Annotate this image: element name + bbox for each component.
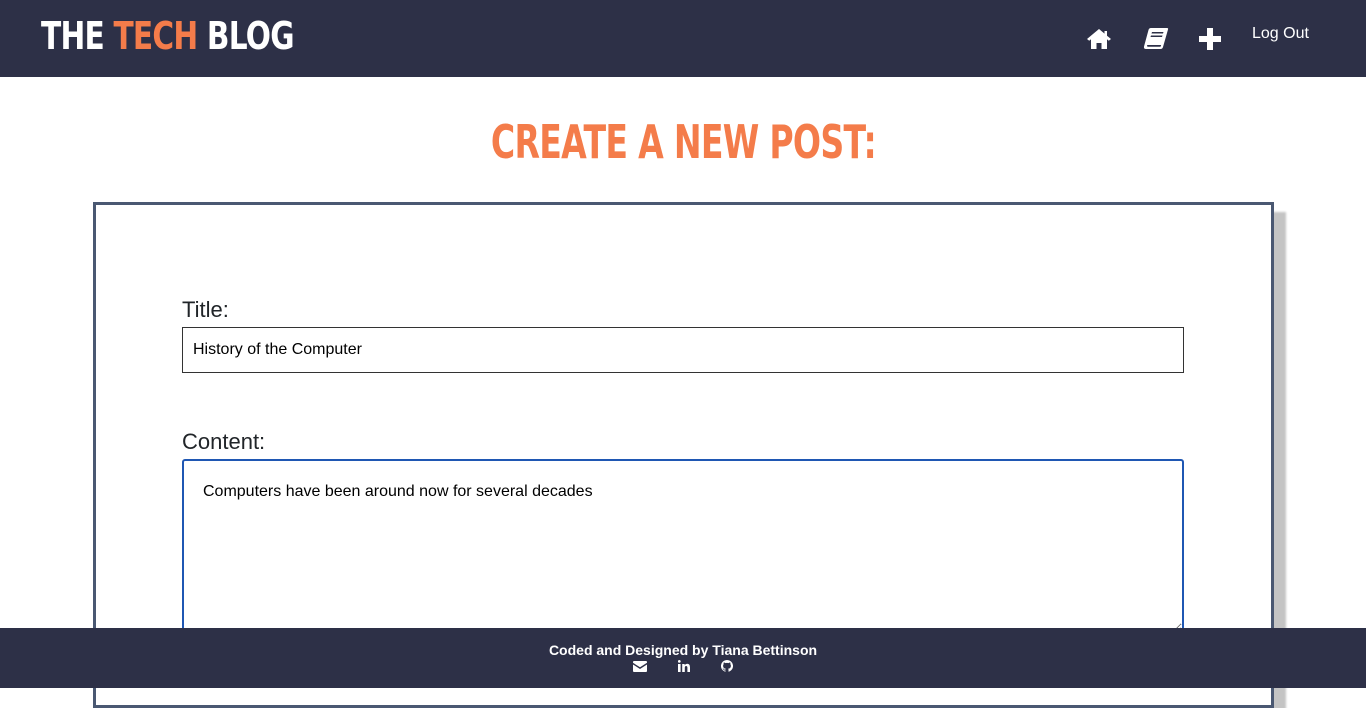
new-post-button[interactable]: [1198, 0, 1222, 77]
footer: Coded and Designed by Tiana Bettinson: [0, 628, 1366, 688]
brand-part-1: THE: [41, 14, 114, 58]
content-textarea[interactable]: Computers have been around now for sever…: [182, 459, 1184, 634]
book-icon: [1143, 27, 1169, 49]
brand-part-3: BLOG: [197, 14, 295, 58]
page-title-text: CREATE A NEW POST:: [490, 115, 876, 169]
footer-credit: Coded and Designed by Tiana Bettinson: [548, 642, 818, 658]
plus-icon: [1199, 27, 1221, 50]
brand-logo[interactable]: THE TECH BLOG: [41, 13, 295, 59]
github-icon: [721, 660, 733, 672]
home-button[interactable]: [1085, 0, 1113, 77]
github-link[interactable]: [719, 659, 735, 673]
dashboard-button[interactable]: [1142, 0, 1170, 77]
linkedin-link[interactable]: [676, 659, 692, 673]
email-link[interactable]: [632, 659, 648, 673]
logout-link[interactable]: Log Out: [1252, 24, 1309, 44]
content-label: Content:: [182, 429, 266, 454]
home-icon: [1087, 28, 1111, 49]
title-input[interactable]: [182, 327, 1184, 373]
envelope-icon: [633, 660, 647, 672]
navbar: THE TECH BLOG Log Out: [0, 0, 1366, 77]
title-label: Title:: [182, 297, 229, 322]
brand-part-2: TECH: [113, 14, 198, 58]
linkedin-icon: [678, 660, 690, 672]
page-title: CREATE A NEW POST:: [0, 114, 1366, 170]
